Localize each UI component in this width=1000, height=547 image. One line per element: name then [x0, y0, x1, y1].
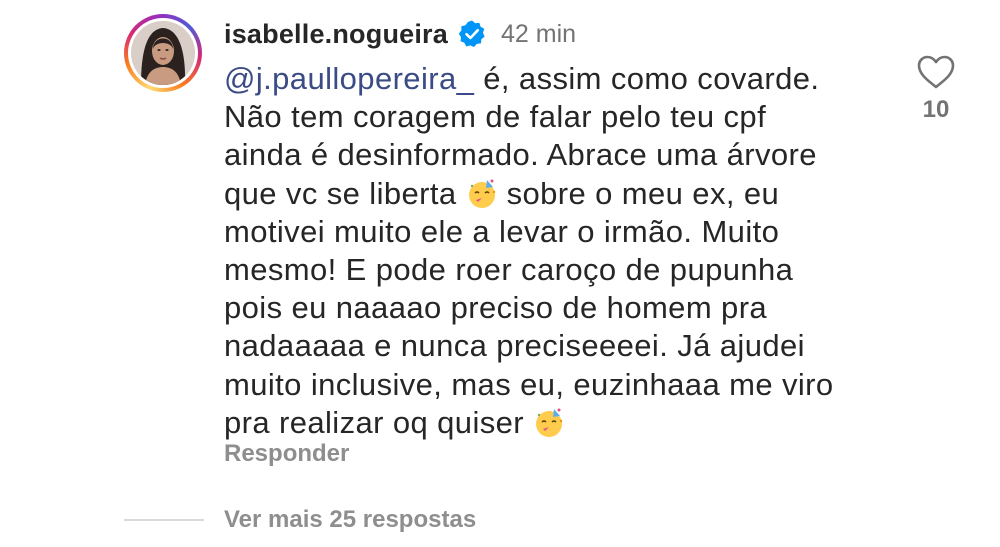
comment-line: que vc se liberta sobre o meu ex, eu [224, 175, 780, 211]
comment-line: mesmo! E pode roer caroço de pupunha [224, 251, 794, 287]
reply-button[interactable]: Responder [224, 440, 349, 468]
avatar[interactable] [131, 21, 195, 85]
username[interactable]: isabelle.nogueira [224, 19, 448, 50]
avatar-portrait-icon [131, 21, 195, 85]
comment-header: isabelle.nogueira 42 min [224, 17, 576, 51]
party-face-icon [466, 178, 498, 210]
party-face-icon [533, 407, 565, 439]
comment-line: Não tem coragem de falar pelo teu cpf [224, 99, 767, 135]
comment-timestamp: 42 min [500, 19, 577, 48]
comment-line: pois eu naaaao preciso de homem pra [224, 290, 768, 326]
comment-line: @j.paullopereira_ é, assim como covarde. [224, 61, 820, 96]
heart-outline-icon[interactable] [912, 54, 960, 90]
comment-body: @j.paullopereira_ é, assim como covarde.… [224, 60, 864, 442]
avatar-story-ring[interactable] [124, 14, 202, 92]
comment-line: motivei muito ele a levar o irmão. Muito [224, 213, 780, 249]
comment-line: pra realizar oq quiser [224, 404, 864, 442]
view-more-replies-button[interactable]: Ver mais 25 respostas [224, 506, 476, 534]
replies-divider [124, 519, 204, 521]
like-control: 10 [912, 54, 960, 124]
comment-line: ainda é desinformado. Abrace uma árvore [224, 137, 817, 173]
avatar-ring-gap [128, 18, 198, 88]
verified-badge-icon [457, 19, 487, 49]
comment-line: muito inclusive, mas eu, euzinhaaa me vi… [224, 366, 834, 402]
like-count: 10 [922, 96, 950, 123]
mention-link[interactable]: @j.paullopereira_ [224, 61, 474, 96]
comment-line: nadaaaaa e nunca preciseeeei. Já ajudei [224, 328, 805, 364]
